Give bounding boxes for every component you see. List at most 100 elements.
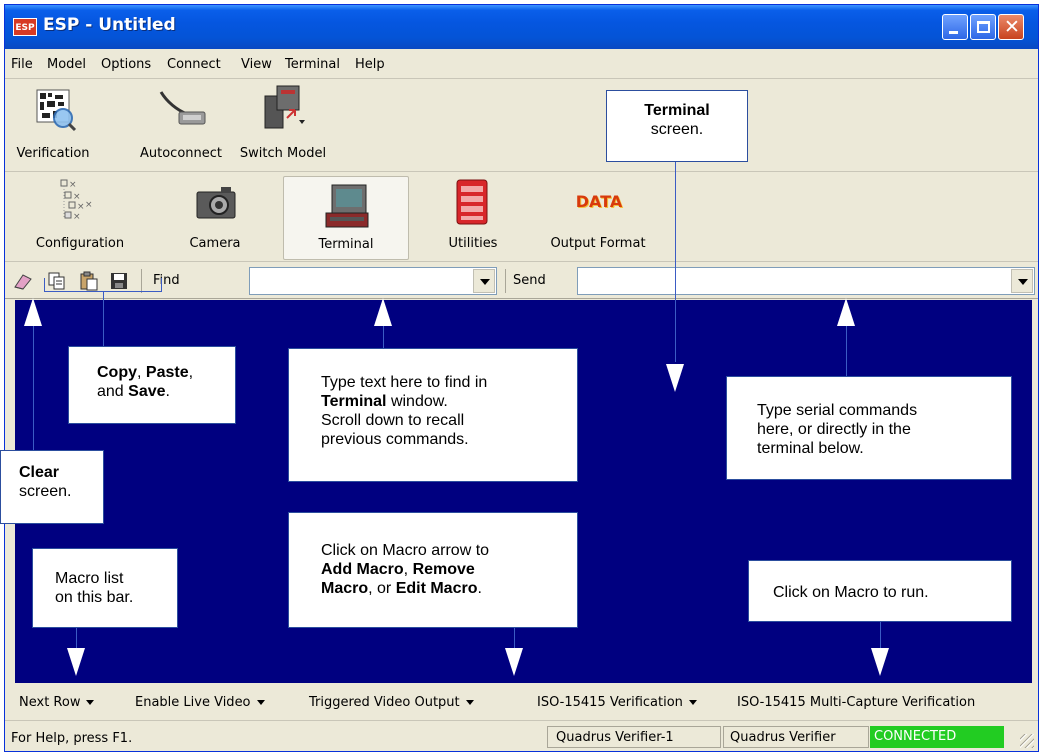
callout-macro-run: Click on Macro to run. bbox=[748, 560, 1012, 622]
output-format-button[interactable]: DATA Output Format bbox=[537, 174, 659, 258]
callout-text: screen. bbox=[650, 121, 704, 138]
verification-button[interactable]: Verification bbox=[11, 80, 95, 168]
connection-status-badge: CONNECTED bbox=[870, 726, 1004, 748]
callout-text: , or bbox=[368, 580, 396, 597]
macro-label: ISO-15415 Multi-Capture Verification bbox=[737, 695, 976, 710]
macro-iso-15415-verification[interactable]: ISO-15415 Verification bbox=[537, 695, 697, 710]
menu-model[interactable]: Model bbox=[47, 57, 86, 72]
menu-connect[interactable]: Connect bbox=[167, 57, 221, 72]
macro-iso-15415-multi-capture[interactable]: ISO-15415 Multi-Capture Verification bbox=[737, 695, 975, 710]
annotation-arrow bbox=[67, 648, 85, 676]
macro-triggered-video-output[interactable]: Triggered Video Output bbox=[309, 695, 474, 710]
terminal-label: Terminal bbox=[318, 237, 374, 252]
camera-icon bbox=[196, 187, 236, 219]
macro-label: Enable Live Video bbox=[135, 695, 251, 710]
menu-file[interactable]: File bbox=[11, 57, 33, 72]
callout-macro-arrow: Click on Macro arrow to Add Macro, Remov… bbox=[288, 512, 578, 628]
minimize-button[interactable] bbox=[942, 14, 968, 40]
callout-find: Type text here to find in Terminal windo… bbox=[288, 348, 578, 482]
terminal-icon bbox=[325, 184, 369, 228]
autoconnect-button[interactable]: Autoconnect bbox=[131, 80, 231, 168]
svg-text:×: × bbox=[73, 192, 81, 202]
macro-arrow-icon[interactable] bbox=[688, 700, 697, 705]
callout-text: on this bar. bbox=[55, 589, 134, 606]
callout-text: Clear bbox=[19, 464, 60, 481]
annotation-line bbox=[383, 326, 384, 348]
close-button[interactable]: ✕ bbox=[998, 14, 1024, 40]
annotation-line bbox=[33, 326, 34, 450]
title-bar[interactable]: ESP ESP - Untitled ✕ bbox=[5, 5, 1038, 49]
macro-arrow-icon[interactable] bbox=[86, 700, 95, 705]
callout-text: here, or directly in the bbox=[757, 421, 911, 438]
configuration-button[interactable]: × × × × × Configuration bbox=[19, 174, 141, 258]
macro-label: ISO-15415 Verification bbox=[537, 695, 683, 710]
svg-text:×: × bbox=[73, 212, 81, 222]
macro-enable-live-video[interactable]: Enable Live Video bbox=[135, 695, 265, 710]
macro-bar: Next Row Enable Live Video Triggered Vid… bbox=[5, 685, 1038, 721]
callout-text: Macro list bbox=[55, 570, 124, 587]
output-format-label: Output Format bbox=[550, 236, 646, 251]
configuration-label: Configuration bbox=[35, 236, 125, 251]
eraser-icon[interactable] bbox=[13, 271, 33, 291]
minimize-icon bbox=[949, 31, 958, 34]
callout-clear-screen: Clear screen. bbox=[0, 450, 104, 524]
callout-text: previous commands. bbox=[321, 431, 469, 448]
separator bbox=[505, 269, 506, 293]
autoconnect-cable-icon bbox=[159, 91, 206, 125]
status-model: Quadrus Verifier bbox=[730, 730, 836, 745]
status-device-panel: Quadrus Verifier-1 bbox=[547, 726, 721, 748]
callout-text: . bbox=[477, 580, 482, 597]
svg-text:×: × bbox=[69, 180, 77, 190]
callout-text: , bbox=[188, 364, 194, 381]
macro-arrow-icon[interactable] bbox=[256, 700, 265, 705]
switch-model-button[interactable]: Switch Model bbox=[231, 80, 335, 168]
utilities-label: Utilities bbox=[448, 236, 498, 251]
menu-bar: File Model Options Connect View Terminal… bbox=[5, 49, 1038, 79]
callout-text: window. bbox=[386, 393, 448, 410]
menu-help[interactable]: Help bbox=[355, 57, 385, 72]
switch-model-icon bbox=[264, 85, 305, 129]
mode-toolbar: × × × × × Configuration Camera Terminal … bbox=[5, 172, 1038, 262]
callout-text: terminal below. bbox=[757, 440, 864, 457]
utilities-icon bbox=[456, 179, 488, 225]
callout-text: Macro bbox=[321, 580, 369, 597]
callout-send: Type serial commands here, or directly i… bbox=[726, 376, 1012, 480]
callout-text: Save bbox=[128, 383, 166, 400]
annotation-line bbox=[514, 628, 515, 648]
callout-text: Click on Macro arrow to bbox=[321, 542, 490, 559]
menu-view[interactable]: View bbox=[241, 57, 272, 72]
annotation-line bbox=[846, 326, 847, 376]
maximize-button[interactable] bbox=[970, 14, 996, 40]
callout-text: Add Macro bbox=[321, 561, 404, 578]
camera-button[interactable]: Camera bbox=[175, 174, 255, 258]
annotation-line bbox=[76, 628, 77, 648]
annotation-bracket bbox=[44, 278, 162, 292]
terminal-button[interactable]: Terminal bbox=[283, 176, 409, 260]
annotation-arrow bbox=[666, 364, 684, 392]
verification-label: Verification bbox=[16, 146, 90, 161]
callout-text: screen. bbox=[19, 483, 72, 500]
status-device: Quadrus Verifier-1 bbox=[556, 730, 674, 745]
send-combobox[interactable] bbox=[577, 267, 1035, 295]
callout-text: . bbox=[165, 383, 170, 400]
find-dropdown-arrow[interactable] bbox=[473, 269, 495, 293]
callout-text: Scroll down to recall bbox=[321, 412, 465, 429]
menu-terminal[interactable]: Terminal bbox=[285, 57, 340, 72]
find-combobox[interactable] bbox=[249, 267, 497, 295]
annotation-arrow bbox=[505, 648, 523, 676]
autoconnect-label: Autoconnect bbox=[139, 146, 222, 161]
utilities-button[interactable]: Utilities bbox=[433, 174, 513, 258]
macro-arrow-icon[interactable] bbox=[465, 700, 474, 705]
menu-options[interactable]: Options bbox=[101, 57, 151, 72]
resize-grip[interactable] bbox=[1020, 734, 1034, 748]
callout-text: Terminal bbox=[321, 393, 387, 410]
callout-text: Paste bbox=[145, 364, 189, 381]
send-dropdown-arrow[interactable] bbox=[1011, 269, 1033, 293]
callout-macro-list: Macro list on this bar. bbox=[32, 548, 178, 628]
callout-text: , bbox=[403, 561, 413, 578]
annotation-arrow bbox=[374, 298, 392, 326]
svg-text:×: × bbox=[85, 200, 93, 210]
callout-text: and bbox=[97, 383, 129, 400]
macro-next-row[interactable]: Next Row bbox=[19, 695, 95, 710]
status-bar: For Help, press F1. Quadrus Verifier-1 Q… bbox=[5, 722, 1038, 752]
